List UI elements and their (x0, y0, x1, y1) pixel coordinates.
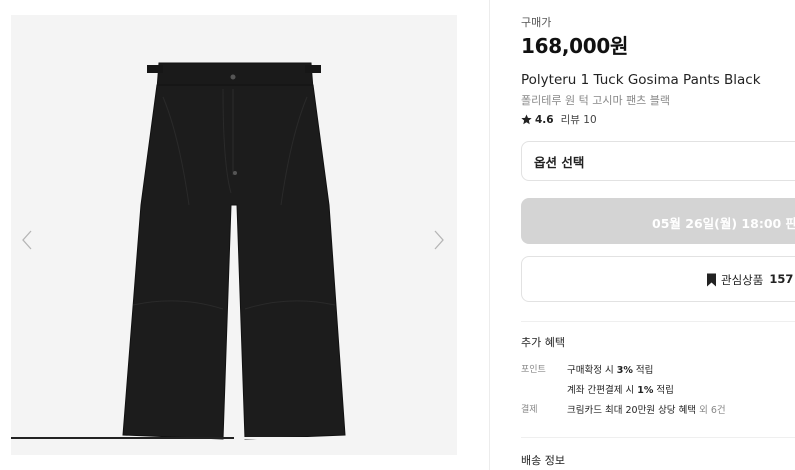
review-count-link[interactable]: 리뷰 10 (561, 112, 597, 127)
section-divider (521, 321, 795, 322)
wishlist-label: 관심상품 (721, 273, 764, 287)
rating-score: 4.6 (535, 113, 554, 126)
gallery-progress-bar (11, 437, 457, 439)
product-title: Polyteru 1 Tuck Gosima Pants Black (521, 72, 761, 88)
product-image (122, 62, 346, 440)
column-divider (489, 0, 490, 470)
rating[interactable]: 4.6 리뷰 10 (521, 112, 597, 127)
price: 168,000원 (521, 34, 629, 58)
benefit-point-key: 포인트 (521, 365, 546, 375)
product-subtitle: 폴리테루 원 턱 고시마 팬츠 블랙 (521, 94, 671, 107)
gallery-progress-fill (11, 437, 234, 439)
wishlist-count: 157 (769, 272, 794, 286)
benefits-title: 추가 혜택 (521, 336, 565, 349)
price-label: 구매가 (521, 16, 552, 29)
benefit-point-value-1: 구매확정 시 3% 적립 (567, 365, 654, 376)
option-select[interactable]: 옵션 선택 (521, 141, 795, 181)
shipping-info-title[interactable]: 배송 정보 (521, 452, 565, 468)
chevron-left-icon[interactable] (19, 228, 35, 252)
bookmark-icon (707, 273, 716, 287)
section-divider-2 (521, 437, 795, 438)
benefit-point-value-2: 계좌 간편결제 시 1% 적립 (567, 385, 674, 396)
benefit-payment-key: 결제 (521, 405, 538, 415)
sale-date-button[interactable]: 05월 26일(월) 18:00 판매 (521, 198, 795, 244)
chevron-right-icon[interactable] (431, 228, 447, 252)
wishlist-button[interactable]: 관심상품 157 (521, 256, 795, 302)
product-image-gallery[interactable] (11, 15, 457, 455)
star-icon (521, 114, 532, 125)
benefit-payment-value[interactable]: 크림카드 최대 20만원 상당 혜택 외 6건 (567, 402, 726, 416)
